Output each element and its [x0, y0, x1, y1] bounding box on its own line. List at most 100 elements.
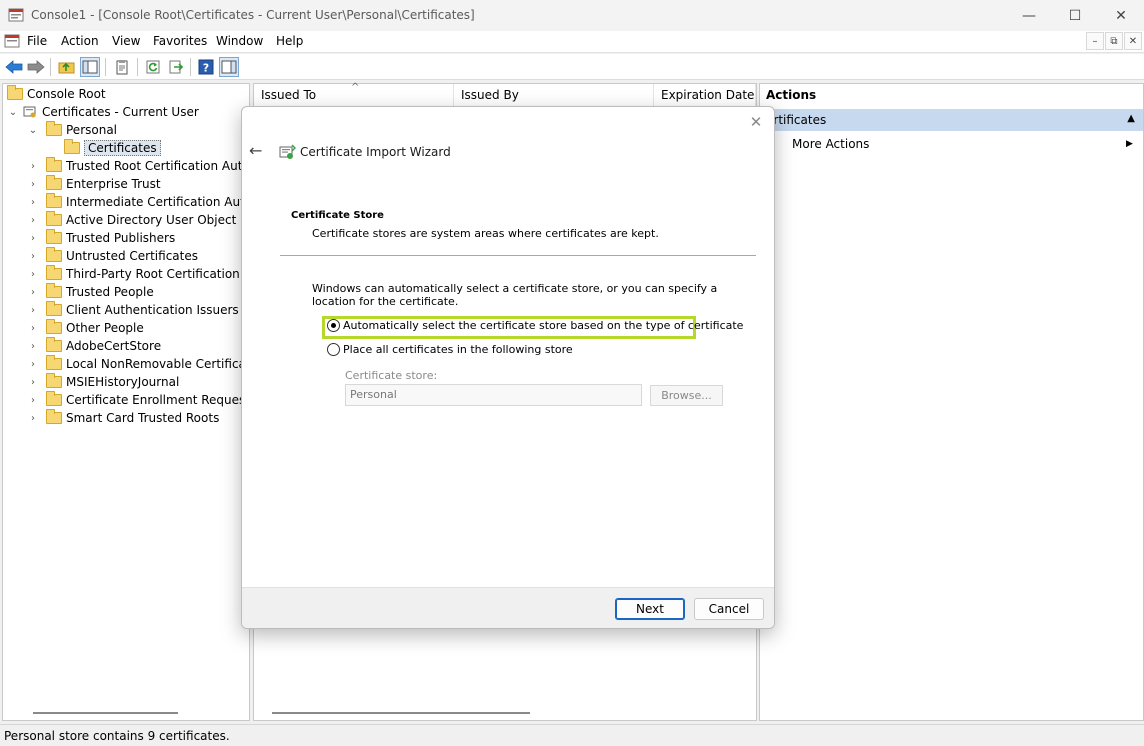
intro-text: Windows can automatically select a certi…	[312, 282, 718, 308]
tree-item-store[interactable]: › Untrusted Certificates	[27, 247, 198, 265]
close-button[interactable]: ✕	[1098, 0, 1144, 31]
more-actions-label: More Actions	[792, 137, 870, 151]
radio-button-checked[interactable]	[327, 319, 340, 332]
chevron-right-icon[interactable]: ›	[27, 305, 39, 316]
more-actions-item[interactable]: More Actions	[792, 137, 869, 151]
chevron-right-icon[interactable]: ›	[27, 413, 39, 424]
chevron-right-icon[interactable]: ›	[27, 323, 39, 334]
tree-item-store[interactable]: › Certificate Enrollment Requests	[27, 391, 256, 409]
chevron-right-icon[interactable]: ›	[27, 287, 39, 298]
folder-icon	[46, 193, 62, 208]
show-hide-tree-icon[interactable]	[80, 57, 100, 77]
tree-item-console-root[interactable]: Console Root	[7, 85, 106, 103]
tree-item-certificates[interactable]: Certificates	[64, 139, 161, 157]
chevron-right-icon[interactable]: ›	[27, 233, 39, 244]
browse-button: Browse...	[650, 385, 723, 406]
refresh-icon[interactable]	[143, 57, 163, 77]
chevron-down-icon[interactable]: ⌄	[27, 125, 39, 136]
chevron-right-icon[interactable]: ›	[27, 341, 39, 352]
folder-icon	[46, 283, 62, 298]
chevron-right-icon[interactable]: ›	[27, 269, 39, 280]
menu-window[interactable]: Window	[216, 34, 263, 48]
column-header-issued-by[interactable]: Issued By	[454, 84, 654, 106]
menu-file[interactable]: File	[27, 34, 47, 48]
dialog-footer: Next Cancel	[242, 587, 774, 628]
chevron-down-icon[interactable]: ⌄	[7, 107, 19, 118]
mdi-close-button[interactable]: ✕	[1124, 32, 1142, 50]
chevron-right-icon[interactable]: ›	[27, 197, 39, 208]
section-heading: Certificate Store	[291, 210, 384, 221]
tree-item-store[interactable]: › Local NonRemovable Certificates	[27, 355, 264, 373]
certificate-store-field: Personal	[345, 384, 642, 406]
radio-manual-label: Place all certificates in the following …	[343, 343, 573, 356]
up-folder-icon[interactable]	[57, 57, 77, 77]
tree-item-label: Client Authentication Issuers	[66, 303, 239, 317]
tree-item-label: Trusted People	[66, 285, 154, 299]
tree-item-store[interactable]: › Smart Card Trusted Roots	[27, 409, 219, 427]
tree-item-store[interactable]: › Trusted People	[27, 283, 154, 301]
radio-place-in-store[interactable]: Place all certificates in the following …	[327, 343, 573, 356]
tree-item-label: Personal	[66, 123, 118, 137]
tree-item-store[interactable]: › AdobeCertStore	[27, 337, 161, 355]
menu-action[interactable]: Action	[61, 34, 99, 48]
chevron-right-icon[interactable]: ›	[27, 161, 39, 172]
tree-item-certificates-current-user[interactable]: ⌄ Certificates - Current User	[7, 103, 199, 121]
chevron-right-icon[interactable]: ›	[27, 359, 39, 370]
tree-item-store[interactable]: › Other People	[27, 319, 144, 337]
dialog-close-button[interactable]: ✕	[744, 113, 768, 133]
chevron-right-icon[interactable]: ›	[27, 377, 39, 388]
chevron-right-icon[interactable]: ›	[27, 251, 39, 262]
tree-item-store[interactable]: › Client Authentication Issuers	[27, 301, 239, 319]
chevron-right-icon[interactable]: ›	[27, 179, 39, 190]
tree-item-store[interactable]: › Intermediate Certification Authori	[27, 193, 268, 211]
radio-button-unchecked[interactable]	[327, 343, 340, 356]
tree-item-store[interactable]: › Active Directory User Object	[27, 211, 236, 229]
tree-horizontal-scrollbar[interactable]	[33, 712, 178, 714]
back-arrow-button[interactable]: ←	[249, 141, 262, 160]
cancel-button[interactable]: Cancel	[694, 598, 764, 620]
divider	[280, 255, 756, 256]
chevron-right-icon[interactable]: ›	[27, 215, 39, 226]
tree-item-store[interactable]: › Trusted Root Certification Authori	[27, 157, 266, 175]
forward-arrow-icon[interactable]	[26, 57, 46, 77]
folder-icon	[46, 391, 62, 406]
console-menu-icon[interactable]	[4, 33, 20, 49]
tree-item-store[interactable]: › Trusted Publishers	[27, 229, 175, 247]
column-header-expiration-date[interactable]: Expiration Date	[654, 84, 756, 106]
folder-icon	[46, 355, 62, 370]
help-icon[interactable]: ?	[196, 57, 216, 77]
tree-item-label: Console Root	[27, 87, 106, 101]
next-button[interactable]: Next	[615, 598, 685, 620]
folder-icon	[46, 337, 62, 352]
chevron-right-icon[interactable]: ›	[27, 395, 39, 406]
tree-item-personal[interactable]: ⌄ Personal	[27, 121, 117, 139]
status-text: Personal store contains 9 certificates.	[4, 729, 230, 743]
show-hide-action-pane-icon[interactable]	[219, 57, 239, 77]
radio-auto-select-store[interactable]: Automatically select the certificate sto…	[327, 319, 743, 332]
folder-icon	[7, 85, 23, 100]
tree-item-store[interactable]: › Enterprise Trust	[27, 175, 161, 193]
maximize-button[interactable]: ☐	[1052, 0, 1098, 31]
tree-item-label: Enterprise Trust	[66, 177, 161, 191]
minimize-button[interactable]: —	[1006, 0, 1052, 31]
properties-icon[interactable]	[112, 57, 132, 77]
menu-view[interactable]: View	[112, 34, 140, 48]
status-bar: Personal store contains 9 certificates.	[0, 724, 1144, 746]
back-arrow-icon[interactable]	[4, 57, 24, 77]
folder-icon	[46, 211, 62, 226]
sort-ascending-icon: ^	[351, 82, 360, 93]
tree-item-label: Certificates - Current User	[42, 105, 199, 119]
collapse-up-icon[interactable]: ▲	[1127, 113, 1135, 124]
menu-help[interactable]: Help	[276, 34, 303, 48]
list-horizontal-scrollbar[interactable]	[272, 712, 530, 714]
mmc-app-icon[interactable]	[8, 7, 24, 23]
mdi-restore-button[interactable]: ⧉	[1105, 32, 1123, 50]
tree-item-store[interactable]: › MSIEHistoryJournal	[27, 373, 179, 391]
export-list-icon[interactable]	[166, 57, 186, 77]
actions-section-certificates[interactable]: ertificates ▲	[760, 109, 1143, 131]
mdi-minimize-button[interactable]: –	[1086, 32, 1104, 50]
menu-favorites[interactable]: Favorites	[153, 34, 207, 48]
actions-pane: Actions ertificates ▲ More Actions ▶	[759, 83, 1144, 721]
tree-item-store[interactable]: › Third-Party Root Certification Aut	[27, 265, 264, 283]
folder-icon	[46, 265, 62, 280]
